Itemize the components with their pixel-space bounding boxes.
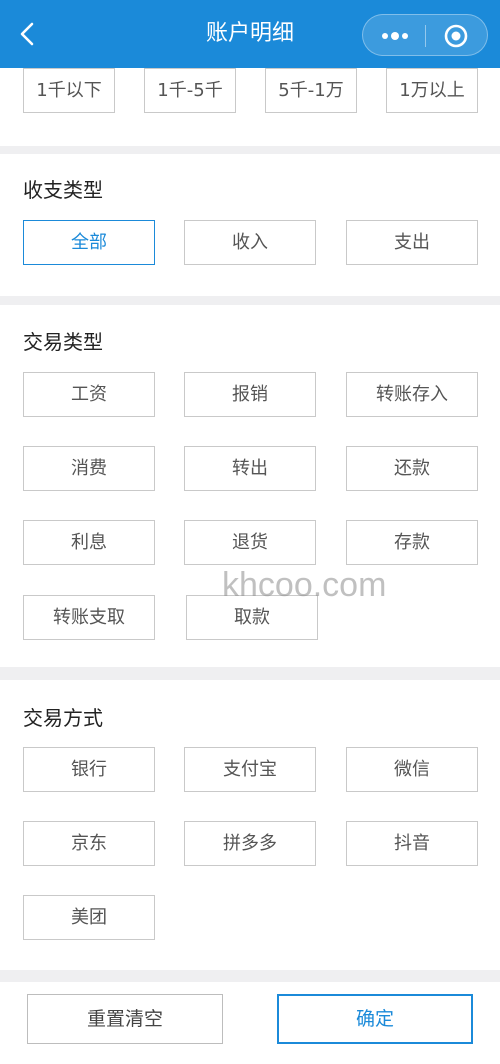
transaction-method-section: 交易方式 银行 支付宝 微信 京东 拼多多 抖音 美团 [0,680,500,970]
transaction-type-option[interactable]: 报销 [184,372,316,417]
target-circle-icon[interactable] [443,23,469,49]
transaction-type-option[interactable]: 还款 [346,446,478,491]
capsule-divider [425,25,426,47]
amount-option[interactable]: 1万以上 [386,68,478,113]
transaction-method-option[interactable]: 拼多多 [184,821,316,866]
transaction-type-section: 交易类型 工资 报销 转账存入 消费 转出 还款 利息 退货 存款 转账支取 取… [0,305,500,667]
chevron-left-icon[interactable] [14,20,42,48]
transaction-type-option[interactable]: 转账支取 [23,595,155,640]
transaction-method-option[interactable]: 支付宝 [184,747,316,792]
transaction-type-option[interactable]: 利息 [23,520,155,565]
bottom-action-bar: 重置清空 确定 [0,982,500,1064]
income-type-option[interactable]: 支出 [346,220,478,265]
section-title: 收支类型 [23,178,103,202]
transaction-method-option[interactable]: 京东 [23,821,155,866]
nav-header: 账户明细 [0,0,500,68]
transaction-type-option[interactable]: 存款 [346,520,478,565]
transaction-method-option[interactable]: 银行 [23,747,155,792]
transaction-method-option[interactable]: 抖音 [346,821,478,866]
amount-option[interactable]: 1千以下 [23,68,115,113]
transaction-method-option[interactable]: 微信 [346,747,478,792]
transaction-method-option[interactable]: 美团 [23,895,155,940]
amount-option[interactable]: 1千-5千 [144,68,236,113]
transaction-type-option[interactable]: 转出 [184,446,316,491]
amount-range-section: 1千以下 1千-5千 5千-1万 1万以上 [0,68,500,146]
transaction-type-option[interactable]: 消费 [23,446,155,491]
reset-button[interactable]: 重置清空 [27,994,223,1044]
mini-program-capsule [362,14,488,56]
watermark: khcoo.com [222,566,387,604]
section-title: 交易方式 [23,706,103,730]
transaction-type-option[interactable]: 转账存入 [346,372,478,417]
transaction-type-option[interactable]: 工资 [23,372,155,417]
transaction-type-option[interactable]: 退货 [184,520,316,565]
more-dots-icon[interactable] [377,25,413,47]
filter-page: 账户明细 1千以下 1千-5千 5千-1万 1万以上 收支类型 全部 收入 支出 [0,0,500,1064]
section-title: 交易类型 [23,330,103,354]
income-type-option[interactable]: 收入 [184,220,316,265]
income-type-option-selected[interactable]: 全部 [23,220,155,265]
confirm-button[interactable]: 确定 [277,994,473,1044]
income-type-section: 收支类型 全部 收入 支出 [0,154,500,296]
amount-option[interactable]: 5千-1万 [265,68,357,113]
